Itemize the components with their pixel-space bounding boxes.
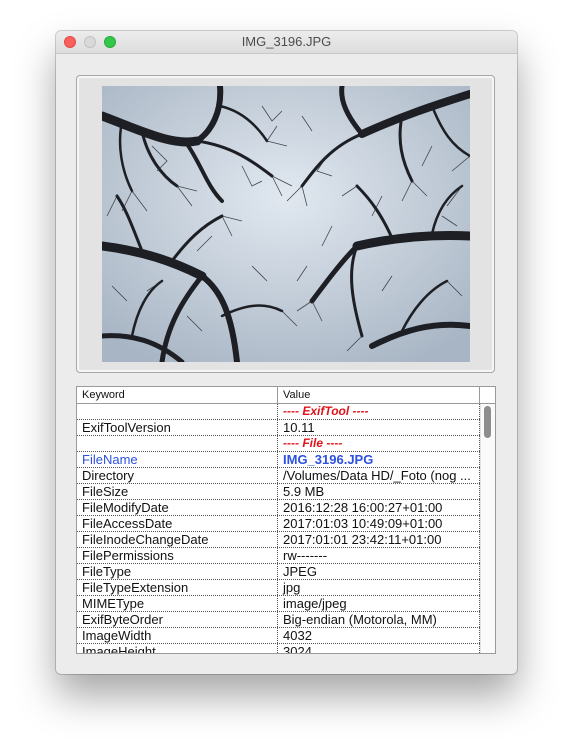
close-icon[interactable]: [64, 36, 76, 48]
exif-viewer-window: IMG_3196.JPG Keyword Value ---- ExifTool…: [56, 31, 517, 674]
keyword-cell: FileInodeChangeDate: [77, 532, 278, 547]
table-row[interactable]: ImageHeight 3024: [77, 644, 480, 653]
value-cell: 5.9 MB: [278, 484, 480, 499]
table-row[interactable]: ---- ExifTool ----: [77, 404, 480, 420]
table-row[interactable]: FileTypeExtension jpg: [77, 580, 480, 596]
table-row[interactable]: Directory/Volumes/Data HD/_Foto (nog ...: [77, 468, 480, 484]
title-bar[interactable]: IMG_3196.JPG: [56, 31, 517, 54]
table-header: Keyword Value: [77, 387, 495, 404]
keyword-cell: [77, 404, 278, 419]
value-cell: image/jpeg: [278, 596, 480, 611]
table-row[interactable]: ImageWidth 4032: [77, 628, 480, 644]
table-row[interactable]: FileSize 5.9 MB: [77, 484, 480, 500]
keyword-cell: MIMEType: [77, 596, 278, 611]
value-cell: rw-------: [278, 548, 480, 563]
table-row[interactable]: MIMEType image/jpeg: [77, 596, 480, 612]
value-cell: IMG_3196.JPG: [278, 452, 480, 467]
table-row[interactable]: FilePermissions rw-------: [77, 548, 480, 564]
keyword-cell: [77, 436, 278, 451]
table-row[interactable]: FileModifyDate 2016:12:28 16:00:27+01:00: [77, 500, 480, 516]
value-cell: JPEG: [278, 564, 480, 579]
table-row[interactable]: FileName IMG_3196.JPG: [77, 452, 480, 468]
keyword-cell: FilePermissions: [77, 548, 278, 563]
table-row[interactable]: FileAccessDate 2017:01:03 10:49:09+01:00: [77, 516, 480, 532]
column-header-keyword[interactable]: Keyword: [77, 387, 278, 403]
value-cell: 4032: [278, 628, 480, 643]
keyword-cell: Directory: [77, 468, 278, 483]
column-header-value[interactable]: Value: [278, 387, 480, 403]
value-cell: Big-endian (Motorola, MM): [278, 612, 480, 627]
table-row[interactable]: ExifByteOrder Big-endian (Motorola, MM): [77, 612, 480, 628]
value-cell: 3024: [278, 644, 480, 653]
keyword-cell: FileAccessDate: [77, 516, 278, 531]
keyword-cell: ImageHeight: [77, 644, 278, 653]
keyword-cell: FileType: [77, 564, 278, 579]
value-cell: 2017:01:03 10:49:09+01:00: [278, 516, 480, 531]
keyword-cell: FileModifyDate: [77, 500, 278, 515]
exif-table[interactable]: Keyword Value ---- ExifTool ---- ExifTool…: [76, 386, 496, 654]
table-row[interactable]: FileType JPEG: [77, 564, 480, 580]
value-cell: jpg: [278, 580, 480, 595]
table-row[interactable]: FileInodeChangeDate 2017:01:01 23:42:11+0…: [77, 532, 480, 548]
keyword-cell: ExifByteOrder: [77, 612, 278, 627]
scroll-thumb[interactable]: [484, 406, 491, 438]
value-cell: 2017:01:01 23:42:11+01:00: [278, 532, 480, 547]
keyword-cell: FileTypeExtension: [77, 580, 278, 595]
value-cell: ---- ExifTool ----: [278, 404, 480, 419]
keyword-cell: ImageWidth: [77, 628, 278, 643]
keyword-cell: FileSize: [77, 484, 278, 499]
window-title: IMG_3196.JPG: [241, 34, 332, 49]
table-row[interactable]: ---- File ----: [77, 436, 480, 452]
keyword-cell: FileName: [77, 452, 278, 467]
image-preview-well: [76, 75, 495, 373]
table-body: ---- ExifTool ---- ExifToolVersion 10.11 --…: [77, 404, 480, 653]
photo-preview: [102, 86, 470, 362]
photo-trees-image: [102, 86, 470, 362]
keyword-cell: ExifToolVersion: [77, 420, 278, 435]
value-cell: 10.11: [278, 420, 480, 435]
value-cell: ---- File ----: [278, 436, 480, 451]
table-row[interactable]: ExifToolVersion 10.11: [77, 420, 480, 436]
vertical-scrollbar[interactable]: [480, 404, 495, 653]
minimize-icon[interactable]: [84, 36, 96, 48]
value-cell: /Volumes/Data HD/_Foto (nog ...: [278, 468, 480, 483]
value-cell: 2016:12:28 16:00:27+01:00: [278, 500, 480, 515]
zoom-icon[interactable]: [104, 36, 116, 48]
